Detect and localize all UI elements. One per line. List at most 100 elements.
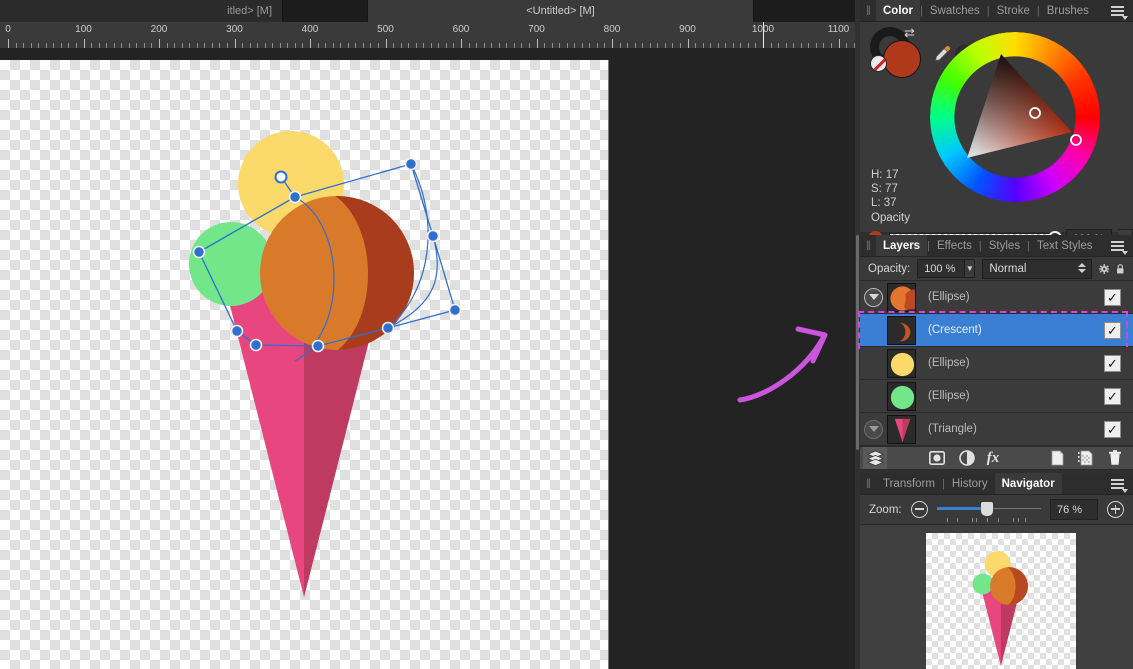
fill-stroke-swatch[interactable]: ⇄	[870, 27, 930, 79]
navigator-panel: Zoom: 76 %	[860, 495, 1133, 669]
lock-icon[interactable]	[1116, 261, 1125, 277]
layer-thumbnail[interactable]	[887, 349, 916, 378]
layer-visibility-checkbox[interactable]: ✓	[1104, 355, 1121, 372]
panel-grip-icon[interactable]: ||	[860, 0, 876, 21]
ruler-label: 0	[5, 24, 11, 35]
blend-mode-select[interactable]: Normal	[982, 259, 1092, 279]
zoom-slider[interactable]	[937, 501, 1041, 519]
document-tab-bar: itled> [M] <Untitled> [M]	[0, 0, 855, 22]
layer-name: (Crescent)	[928, 324, 982, 336]
disclosure-triangle-icon[interactable]	[864, 288, 883, 307]
layer-name: (Ellipse)	[928, 390, 970, 402]
tab-label: Transform	[883, 478, 935, 490]
no-color-swatch[interactable]	[870, 55, 887, 72]
layer-row[interactable]: (Ellipse) ✓	[860, 380, 1133, 413]
layer-row[interactable]: (Triangle)✓	[860, 413, 1133, 446]
tab-navigator[interactable]: Navigator	[995, 473, 1062, 494]
layer-visibility-checkbox[interactable]: ✓	[1104, 322, 1121, 339]
layers-panel: Opacity: 100 % ▼ Normal	[860, 257, 1133, 470]
color-panel: ⇄	[860, 22, 1133, 232]
hsl-readout: H: 17 S: 77 L: 37	[871, 168, 899, 210]
zoom-value: 76 %	[1057, 504, 1082, 516]
navigator-thumbnail[interactable]	[926, 533, 1076, 669]
layer-opacity-field[interactable]: 100 %	[917, 259, 965, 278]
disclosure-triangle-icon[interactable]	[864, 420, 883, 439]
layer-row[interactable]: (Ellipse) ✓	[860, 347, 1133, 380]
panel-grip-icon[interactable]: ||	[860, 235, 876, 256]
blend-mode-value: Normal	[989, 263, 1026, 275]
tab-effects[interactable]: Effects	[930, 235, 979, 256]
mask-icon[interactable]	[925, 447, 949, 469]
zoom-value-field[interactable]: 76 %	[1050, 499, 1098, 520]
layer-opacity-value: 100 %	[924, 263, 955, 275]
hamburger-menu-icon[interactable]	[1109, 476, 1129, 492]
artwork-svg	[0, 60, 609, 669]
fill-swatch[interactable]	[883, 40, 921, 78]
zoom-label: Zoom:	[869, 504, 902, 516]
layer-options-row: Opacity: 100 % ▼ Normal	[860, 257, 1133, 281]
layer-list[interactable]: (Ellipse)✓(Crescent)✓(Ellipse)✓(Ellipse)…	[860, 281, 1133, 446]
new-layer-icon[interactable]	[1045, 447, 1069, 469]
artboard[interactable]	[0, 60, 609, 669]
panel-grip-icon[interactable]: ||	[860, 473, 876, 494]
tab-text-styles[interactable]: Text Styles	[1030, 235, 1100, 256]
canvas-area[interactable]	[0, 48, 855, 669]
zoom-tick	[947, 518, 948, 522]
tab-styles[interactable]: Styles	[982, 235, 1027, 256]
zoom-in-icon[interactable]	[1107, 501, 1124, 518]
new-pixel-layer-icon[interactable]	[1073, 447, 1097, 469]
tab-label: Color	[883, 5, 913, 17]
gear-icon[interactable]	[1099, 261, 1109, 277]
navigator-viewport[interactable]	[860, 525, 1133, 669]
ruler-tick-major	[537, 39, 538, 48]
tab-transform[interactable]: Transform	[876, 473, 942, 494]
tab-brushes[interactable]: Brushes	[1040, 0, 1096, 21]
layer-thumbnail[interactable]	[887, 415, 916, 444]
tab-stroke[interactable]: Stroke	[990, 0, 1037, 21]
layer-thumbnail[interactable]	[887, 382, 916, 411]
tab-color[interactable]: Color	[876, 0, 920, 21]
adjustment-icon[interactable]	[955, 447, 979, 469]
layer-visibility-checkbox[interactable]: ✓	[1104, 289, 1121, 306]
swap-fill-stroke-icon[interactable]: ⇄	[904, 25, 922, 39]
zoom-slider-knob[interactable]	[981, 502, 993, 516]
zoom-out-icon[interactable]	[911, 501, 928, 518]
chevron-down-icon[interactable]: ▼	[965, 259, 975, 278]
ruler-cursor-marker	[763, 22, 764, 48]
layer-row[interactable]: (Crescent) ✓	[860, 314, 1133, 347]
tab-swatches[interactable]: Swatches	[923, 0, 987, 21]
tab-label: Stroke	[997, 5, 1030, 17]
layer-visibility-checkbox[interactable]: ✓	[1104, 421, 1121, 438]
color-wheel[interactable]	[930, 32, 1100, 202]
ruler-label: 900	[679, 24, 696, 35]
layer-thumbnail[interactable]	[887, 316, 916, 345]
tab-history[interactable]: History	[945, 473, 995, 494]
tab-layers[interactable]: Layers	[876, 235, 927, 256]
stepper-icon[interactable]	[1078, 263, 1086, 273]
ruler-tick-major	[688, 39, 689, 48]
ruler-tick-major	[310, 39, 311, 48]
layers-panel-tabs: || Layers | Effects | Styles | Text Styl…	[860, 235, 1133, 257]
ruler-tick-major	[839, 39, 840, 48]
layer-row[interactable]: (Ellipse) ✓	[860, 281, 1133, 314]
effects-fx-icon[interactable]: fx	[979, 447, 1007, 469]
layer-name: (Ellipse)	[928, 291, 970, 303]
tab-label: Styles	[989, 240, 1020, 252]
layers-toolbar: fx	[860, 446, 1133, 470]
delete-layer-icon[interactable]	[1103, 447, 1127, 469]
hamburger-menu-icon[interactable]	[1109, 3, 1129, 19]
ruler-tick-major	[235, 39, 236, 48]
layer-stack-icon[interactable]	[863, 447, 887, 469]
lightness-value: L: 37	[871, 196, 899, 210]
hamburger-menu-icon[interactable]	[1109, 238, 1129, 254]
document-tab-inactive[interactable]: itled> [M]	[0, 0, 283, 22]
document-tab-label: itled> [M]	[227, 5, 272, 17]
tab-label: History	[952, 478, 988, 490]
document-tab-active[interactable]: <Untitled> [M]	[367, 0, 754, 22]
horizontal-ruler[interactable]: 010020030040050060070080090010001100	[0, 22, 855, 48]
layer-thumbnail[interactable]	[887, 283, 916, 312]
zoom-tick	[976, 518, 977, 522]
layer-name: (Ellipse)	[928, 357, 970, 369]
layer-visibility-checkbox[interactable]: ✓	[1104, 388, 1121, 405]
zoom-tick	[1018, 518, 1019, 522]
